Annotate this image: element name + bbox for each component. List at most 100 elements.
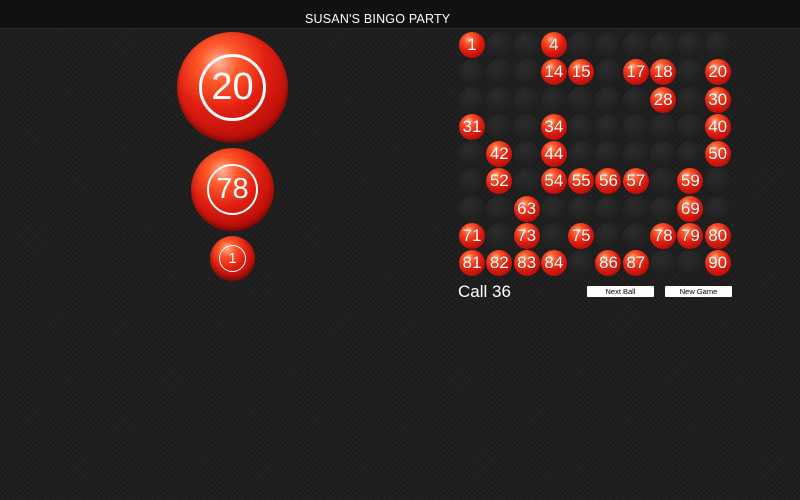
board-number-15: 15: [568, 59, 595, 86]
board-number-82: 82: [486, 250, 513, 277]
board-slot-empty: [622, 32, 649, 58]
board-slot-empty: [595, 195, 622, 222]
board-number-4: 4: [540, 32, 567, 58]
board-slot-empty: [677, 32, 704, 58]
board-slot-empty: [459, 141, 485, 168]
board-number-84: 84: [540, 250, 567, 277]
board-number-78: 78: [650, 223, 677, 250]
board-slot-empty: [513, 113, 540, 140]
board-number-57: 57: [622, 168, 649, 195]
board-number-75: 75: [568, 223, 595, 250]
board-number-90: 90: [704, 250, 731, 277]
board-slot-empty: [459, 59, 485, 86]
board-number-28: 28: [650, 86, 677, 113]
board-slot-empty: [513, 141, 540, 168]
board-number-31: 31: [459, 113, 485, 140]
board-number-73: 73: [513, 223, 540, 250]
board-slot-empty: [568, 250, 595, 277]
board-slot-empty: [595, 141, 622, 168]
board-slot-empty: [650, 32, 677, 58]
board-slot-empty: [650, 113, 677, 140]
next-ball-button[interactable]: Next Ball: [587, 286, 654, 297]
board-number-14: 14: [540, 59, 567, 86]
call-counter: Call 36: [458, 282, 511, 301]
board-number-69: 69: [677, 195, 704, 222]
board-slot-empty: [486, 59, 513, 86]
board-slot-empty: [540, 195, 567, 222]
board-number-54: 54: [540, 168, 567, 195]
current-ball: 20: [177, 32, 288, 143]
title-bar: SUSAN'S BINGO PARTY: [0, 0, 800, 29]
board-number-59: 59: [677, 168, 704, 195]
board-slot-empty: [486, 195, 513, 222]
board-slot-empty: [650, 168, 677, 195]
board-slot-empty: [595, 86, 622, 113]
board-slot-empty: [459, 86, 485, 113]
board-slot-empty: [677, 86, 704, 113]
board-slot-empty: [459, 195, 485, 222]
board-number-42: 42: [486, 141, 513, 168]
new-game-button[interactable]: New Game: [665, 286, 732, 297]
board-slot-empty: [595, 32, 622, 58]
board-number-50: 50: [704, 141, 731, 168]
previous-ball-1-number: 78: [207, 164, 258, 215]
board-slot-empty: [486, 32, 513, 58]
board-slot-empty: [595, 223, 622, 250]
previous-ball-2-number: 1: [219, 245, 246, 272]
previous-ball-1: 78: [191, 148, 274, 231]
board-slot-empty: [650, 250, 677, 277]
board-slot-empty: [568, 86, 595, 113]
board-number-56: 56: [595, 168, 622, 195]
board-slot-empty: [486, 113, 513, 140]
board-slot-empty: [513, 32, 540, 58]
board-number-18: 18: [650, 59, 677, 86]
board-slot-empty: [677, 250, 704, 277]
board-slot-empty: [513, 168, 540, 195]
board-number-87: 87: [622, 250, 649, 277]
board-slot-empty: [568, 113, 595, 140]
board-slot-empty: [650, 141, 677, 168]
board-slot-empty: [622, 223, 649, 250]
board-slot-empty: [704, 168, 731, 195]
board-number-1: 1: [459, 32, 485, 58]
board-slot-empty: [622, 195, 649, 222]
bingo-board: 1 4 14 15 17 18 20 28 30 31 34 40 42 44 50 52 54 55 56 57 59…: [459, 32, 732, 278]
board-number-34: 34: [540, 113, 567, 140]
board-number-81: 81: [459, 250, 485, 277]
board-number-30: 30: [704, 86, 731, 113]
board-slot-empty: [486, 86, 513, 113]
window-title: SUSAN'S BINGO PARTY: [305, 12, 451, 26]
board-slot-empty: [568, 32, 595, 58]
current-ball-number: 20: [199, 54, 266, 121]
board-number-79: 79: [677, 223, 704, 250]
board-slot-empty: [595, 59, 622, 86]
board-slot-empty: [459, 168, 485, 195]
board-number-55: 55: [568, 168, 595, 195]
board-slot-empty: [540, 223, 567, 250]
board-slot-empty: [677, 141, 704, 168]
board-number-20: 20: [704, 59, 731, 86]
board-slot-empty: [568, 141, 595, 168]
board-slot-empty: [622, 141, 649, 168]
board-slot-empty: [704, 195, 731, 222]
board-slot-empty: [650, 195, 677, 222]
board-slot-empty: [622, 86, 649, 113]
board-slot-empty: [622, 113, 649, 140]
board-slot-empty: [568, 195, 595, 222]
board-number-40: 40: [704, 113, 731, 140]
board-number-71: 71: [459, 223, 485, 250]
board-slot-empty: [677, 113, 704, 140]
board-slot-empty: [540, 86, 567, 113]
board-slot-empty: [677, 59, 704, 86]
board-number-17: 17: [622, 59, 649, 86]
board-number-83: 83: [513, 250, 540, 277]
board-slot-empty: [486, 223, 513, 250]
board-slot-empty: [595, 113, 622, 140]
board-number-52: 52: [486, 168, 513, 195]
board-slot-empty: [513, 86, 540, 113]
board-number-80: 80: [704, 223, 731, 250]
board-slot-empty: [513, 59, 540, 86]
board-number-44: 44: [540, 141, 567, 168]
board-number-63: 63: [513, 195, 540, 222]
board-number-86: 86: [595, 250, 622, 277]
